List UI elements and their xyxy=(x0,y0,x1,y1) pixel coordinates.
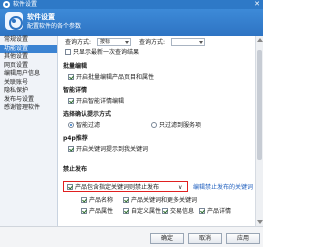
query-method-label: 查询方式: xyxy=(65,39,92,46)
service-filter-label: 只过滤到服务项 xyxy=(159,122,202,129)
app-icon xyxy=(3,1,10,8)
sidebar-item-other[interactable]: 其他设置 xyxy=(0,53,57,62)
settings-header: 软件设置 配置软件的各个参数 xyxy=(0,9,263,36)
smart-detail-checkbox[interactable] xyxy=(68,98,74,104)
field-checkbox-name[interactable] xyxy=(81,197,87,203)
scroll-down-icon[interactable] xyxy=(257,220,263,224)
header-subtitle: 配置软件的各个参数 xyxy=(27,23,82,30)
batch-edit-title: 批量编辑 xyxy=(63,63,88,70)
p4p-checkbox[interactable] xyxy=(68,146,74,152)
query-method-label-2: 查询方式: xyxy=(139,39,166,46)
content-scrollbar[interactable] xyxy=(255,36,263,226)
forbid-publish-title: 禁止发布 xyxy=(63,166,88,173)
sidebar-item-web[interactable]: 网页设置 xyxy=(0,62,57,71)
p4p-label: 开启关键词提示到我关键词 xyxy=(76,146,149,153)
ok-button[interactable]: 确定 xyxy=(150,233,184,244)
apply-button[interactable]: 应用 xyxy=(226,233,260,244)
sidebar-item-features[interactable]: 功能设置 xyxy=(0,44,57,53)
sidebar-item-publish[interactable]: 发布与设置 xyxy=(0,96,57,105)
latest-only-checkbox[interactable] xyxy=(65,49,71,55)
scroll-up-icon[interactable] xyxy=(257,38,263,42)
chevron-down-icon xyxy=(125,41,129,44)
close-icon[interactable]: ✕ xyxy=(254,0,260,9)
field-checkbox-detail[interactable] xyxy=(199,208,205,214)
forbid-keywords-label: 产品包含指定关键词则禁止发布 xyxy=(75,184,160,191)
sidebar-item-accounts[interactable]: 关联账号 xyxy=(0,79,57,88)
smart-detail-label: 开启智能详情编辑 xyxy=(76,98,125,105)
query-method-select[interactable]: 按标 xyxy=(97,38,131,46)
smart-filter-label: 智能过滤 xyxy=(76,122,101,129)
cancel-button[interactable]: 取消 xyxy=(188,233,222,244)
window-titlebar: 软件设置 ✕ xyxy=(0,0,263,9)
confirm-mode-title: 选择确认提示方式 xyxy=(63,111,112,118)
sidebar-item-thanks[interactable]: 感谢管理软件 xyxy=(0,104,57,113)
field-label-trade: 交易信息 xyxy=(170,208,195,215)
service-filter-radio[interactable] xyxy=(151,122,157,128)
chevron-down-icon[interactable]: ∨ xyxy=(178,184,182,191)
header-title: 软件设置 xyxy=(27,13,55,21)
field-checkbox-attributes[interactable] xyxy=(81,208,87,214)
field-checkbox-trade[interactable] xyxy=(162,208,168,214)
chevron-down-icon xyxy=(199,41,203,44)
field-label-keywords: 产品关键词和更多关键词 xyxy=(131,197,198,204)
field-label-custom: 自定义属性 xyxy=(131,208,162,215)
settings-content: 查询方式: 按标 查询方式: 只显示最新一次查询结果 批量编辑 开启批量编辑产品… xyxy=(59,36,255,226)
window-title: 软件设置 xyxy=(13,1,38,8)
field-label-attributes: 产品属性 xyxy=(89,208,114,215)
query-method-value: 按标 xyxy=(100,39,111,45)
sidebar-item-privacy[interactable]: 隐私保护 xyxy=(0,87,57,96)
p4p-title: p4p推荐 xyxy=(63,135,88,142)
scroll-thumb[interactable] xyxy=(257,50,262,160)
settings-sidebar: 常规设置 功能设置 其他设置 网页设置 编辑用户信息 关联账号 隐私保护 发布与… xyxy=(0,36,58,226)
smart-filter-radio[interactable] xyxy=(68,122,74,128)
edit-forbidden-keywords-link[interactable]: 编辑禁止发布的关键词 xyxy=(193,184,253,191)
smart-detail-title: 智能详情 xyxy=(63,87,88,94)
dialog-footer: 确定 取消 应用 xyxy=(0,226,263,247)
forbid-keywords-checkbox[interactable] xyxy=(67,184,73,190)
latest-only-label: 只显示最新一次查询结果 xyxy=(73,49,140,56)
field-label-name: 产品名称 xyxy=(89,197,114,204)
sidebar-item-user-info[interactable]: 编辑用户信息 xyxy=(0,70,57,79)
settings-gear-icon xyxy=(5,12,23,30)
field-checkbox-keywords[interactable] xyxy=(123,197,129,203)
field-label-detail: 产品详情 xyxy=(207,208,232,215)
batch-edit-checkbox[interactable] xyxy=(68,74,74,80)
field-checkbox-custom[interactable] xyxy=(123,208,129,214)
sidebar-item-general[interactable]: 常规设置 xyxy=(0,36,57,45)
batch-edit-label: 开启批量编辑产品页目和属性 xyxy=(76,74,155,81)
query-method-select-2[interactable] xyxy=(171,38,205,46)
